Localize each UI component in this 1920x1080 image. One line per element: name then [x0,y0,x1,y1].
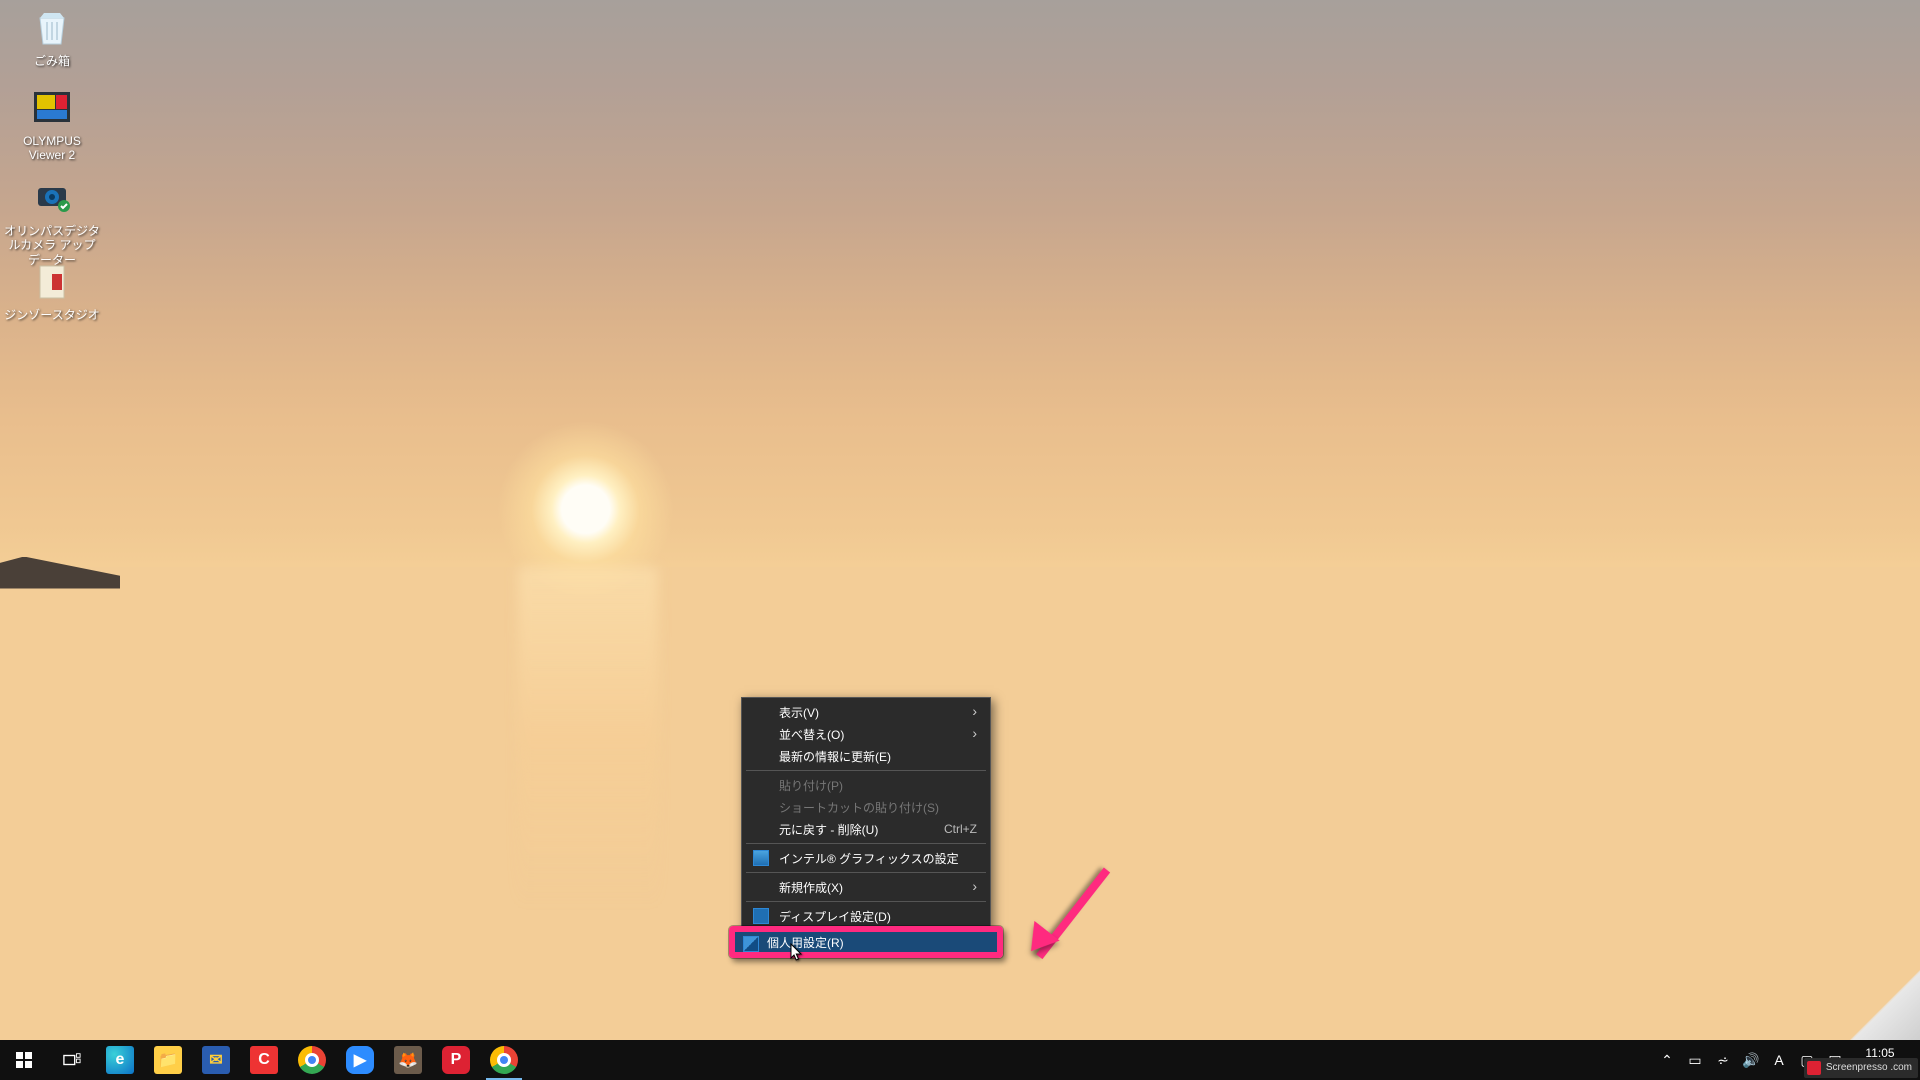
menu-sort[interactable]: 並べ替え(O) [745,723,987,745]
mouse-cursor [790,943,804,963]
pixlr-icon: P [442,1046,470,1074]
tray-ime-mode[interactable]: A [1766,1040,1792,1080]
desktop-icon-olympus-updater[interactable]: オリンパスデジタルカメラ アップデーター [4,176,100,267]
desktop-icon-recycle-bin[interactable]: ごみ箱 [4,6,100,68]
start-button[interactable] [0,1040,48,1080]
menu-personalize[interactable]: 個人用設定(R) [735,932,997,952]
menu-paste: 貼り付け(P) [745,774,987,796]
desktop-context-menu: 表示(V) 並べ替え(O) 最新の情報に更新(E) 貼り付け(P) ショートカッ… [741,697,991,931]
personalize-icon [743,936,759,952]
olympus-updater-icon [30,176,74,220]
menu-separator [746,770,986,771]
ccleaner-icon: C [250,1046,278,1074]
taskbar-app-edge[interactable]: e [96,1040,144,1080]
menu-separator [746,901,986,902]
taskbar-app-thunderbird[interactable]: ✉ [192,1040,240,1080]
menu-intel-graphics[interactable]: インテル® グラフィックスの設定 [745,847,987,869]
desktop-icon-label: OLYMPUS Viewer 2 [4,134,100,163]
tray-battery-icon[interactable]: ▭ [1682,1040,1708,1080]
screenpresso-watermark: Screenpresso .com [1804,1058,1918,1078]
olympus-viewer-icon [30,86,74,130]
taskbar-app-ccleaner[interactable]: C [240,1040,288,1080]
edge-icon: e [116,1051,125,1069]
taskbar-app-pixlr[interactable]: P [432,1040,480,1080]
intel-graphics-icon [753,850,769,866]
menu-paste-shortcut: ショートカットの貼り付け(S) [745,796,987,818]
taskview-button[interactable] [48,1040,96,1080]
menu-view[interactable]: 表示(V) [745,701,987,723]
menu-display-settings[interactable]: ディスプレイ設定(D) [745,905,987,927]
gimp-icon: 🦊 [394,1046,422,1074]
jinzo-studio-icon [30,260,74,304]
chrome-icon [298,1046,326,1074]
menu-separator [746,843,986,844]
taskbar: e 📁 ✉ C ▶ 🦊 P ⌃ ▭ ⩫ 🔊 A ▢ ▣ [0,1040,1920,1080]
tray-wifi-icon[interactable]: ⩫ [1710,1040,1736,1080]
menu-new[interactable]: 新規作成(X) [745,876,987,898]
tray-chevron-up-icon[interactable]: ⌃ [1654,1040,1680,1080]
desktop-icon-olympus-viewer[interactable]: OLYMPUS Viewer 2 [4,86,100,163]
menu-undo[interactable]: 元に戻す - 削除(U) Ctrl+Z [745,818,987,840]
taskbar-app-chrome[interactable] [288,1040,336,1080]
tray-volume-icon[interactable]: 🔊 [1738,1040,1764,1080]
taskbar-app-explorer[interactable]: 📁 [144,1040,192,1080]
menu-refresh[interactable]: 最新の情報に更新(E) [745,745,987,767]
recycle-bin-icon [30,6,74,50]
zoom-icon: ▶ [346,1046,374,1074]
menu-separator [746,872,986,873]
desktop-icon-jinzo-studio[interactable]: ジンゾースタジオ [4,260,100,322]
desktop-icon-label: ごみ箱 [4,54,100,68]
desktop-icon-label: ジンゾースタジオ [4,308,100,322]
display-settings-icon [753,908,769,924]
taskbar-app-gimp[interactable]: 🦊 [384,1040,432,1080]
taskbar-app-zoom[interactable]: ▶ [336,1040,384,1080]
taskbar-app-chrome-running[interactable] [480,1040,528,1080]
chrome-icon [490,1046,518,1074]
folder-icon: 📁 [158,1050,178,1070]
thunderbird-icon: ✉ [202,1046,230,1074]
